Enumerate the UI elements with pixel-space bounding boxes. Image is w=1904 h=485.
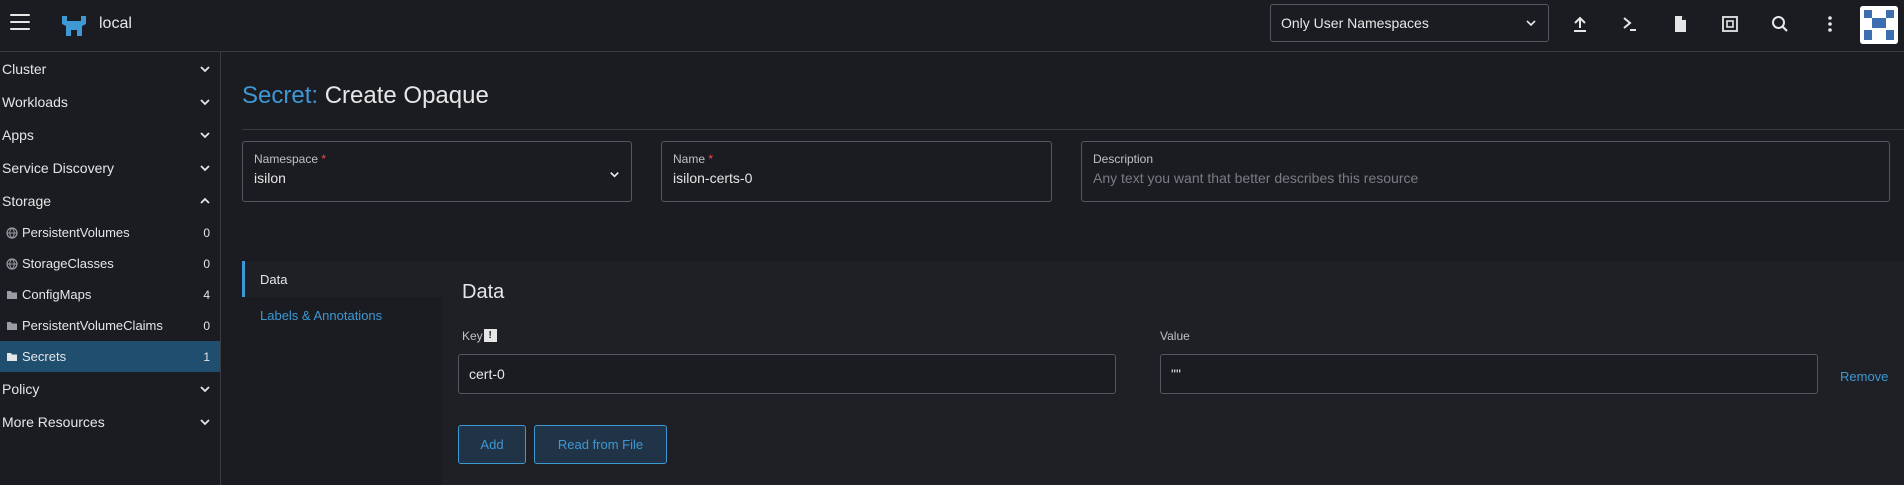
sidebar-item-label: PersistentVolumes (22, 225, 130, 240)
count-badge: 1 (203, 349, 210, 364)
folder-icon (7, 352, 17, 361)
nav-group-policy[interactable]: Policy (0, 372, 220, 405)
search-icon[interactable] (1760, 4, 1800, 44)
rancher-logo-icon (62, 16, 86, 36)
cluster-name[interactable]: local (99, 15, 132, 33)
read-from-file-button[interactable]: Read from File (534, 425, 667, 464)
sidebar-item-persistentvolumes[interactable]: PersistentVolumes 0 (0, 217, 220, 248)
name-field[interactable]: Name * isilon-certs-0 (661, 141, 1052, 202)
description-placeholder: Any text you want that better describes … (1093, 170, 1419, 186)
nav-group-label: Storage (2, 192, 52, 209)
remove-button[interactable]: Remove (1840, 369, 1888, 384)
namespace-filter-label: Only User Namespaces (1281, 15, 1429, 31)
count-badge: 4 (203, 287, 210, 302)
add-button[interactable]: Add (458, 425, 526, 464)
chevron-down-icon (200, 385, 210, 392)
count-badge: 0 (203, 256, 210, 271)
nav-group-service-discovery[interactable]: Service Discovery (0, 151, 220, 184)
key-label: Key! (462, 329, 497, 343)
chevron-down-icon (610, 172, 619, 178)
sidebar-item-label: PersistentVolumeClaims (22, 318, 163, 333)
page-title: Secret: Create Opaque (242, 82, 489, 110)
namespace-value: isilon (254, 170, 286, 186)
sidebar-item-label: StorageClasses (22, 256, 114, 271)
nav-group-apps[interactable]: Apps (0, 118, 220, 151)
value-label: Value (1160, 329, 1190, 343)
namespace-label: Namespace * (254, 152, 327, 166)
nav-group-label: Cluster (2, 60, 47, 77)
name-value: isilon-certs-0 (673, 170, 753, 186)
sidebar-item-secrets[interactable]: Secrets 1 (0, 341, 220, 372)
value-input[interactable]: "" (1160, 354, 1818, 394)
chevron-down-icon (200, 418, 210, 425)
top-icon-bar (1560, 4, 1860, 44)
nav-group-storage[interactable]: Storage (0, 184, 220, 217)
divider (242, 129, 1904, 130)
chevron-down-icon (1526, 20, 1536, 27)
tab-list: Data Labels & Annotations (242, 261, 442, 485)
data-tab-content: Data Key! Value cert-0 "" Remove Add Rea… (442, 261, 1904, 485)
tab-data[interactable]: Data (242, 261, 442, 297)
avatar[interactable] (1860, 6, 1898, 44)
top-bar: local Only User Namespaces (0, 0, 1904, 52)
more-icon[interactable] (1810, 4, 1850, 44)
nav-group-more-resources[interactable]: More Resources (0, 405, 220, 438)
page-title-prefix[interactable]: Secret: (242, 82, 318, 109)
chevron-down-icon (200, 65, 210, 72)
nav-group-label: More Resources (2, 413, 105, 430)
page-title-text: Create Opaque (324, 82, 489, 109)
terminal-icon[interactable] (1610, 4, 1650, 44)
sidebar-item-label: Secrets (22, 349, 67, 364)
namespace-filter-select[interactable]: Only User Namespaces (1270, 4, 1549, 42)
count-badge: 0 (203, 225, 210, 240)
nav-group-cluster[interactable]: Cluster (0, 52, 220, 85)
menu-icon[interactable] (10, 14, 30, 32)
nav-group-label: Apps (2, 126, 34, 143)
description-field[interactable]: Description Any text you want that bette… (1081, 141, 1890, 202)
folder-icon (7, 321, 17, 330)
chevron-up-icon (200, 197, 210, 204)
sidebar: Cluster Workloads Apps Service Discovery… (0, 52, 221, 485)
main-content: Secret: Create Opaque Namespace * isilon… (222, 52, 1904, 485)
sidebar-item-label: ConfigMaps (22, 287, 92, 302)
globe-icon (6, 226, 18, 239)
upload-icon[interactable] (1560, 4, 1600, 44)
chevron-down-icon (200, 131, 210, 138)
chevron-down-icon (200, 98, 210, 105)
name-label: Name * (673, 152, 714, 166)
nav-group-label: Policy (2, 380, 40, 397)
file-icon[interactable] (1660, 4, 1700, 44)
sidebar-item-storageclasses[interactable]: StorageClasses 0 (0, 248, 220, 279)
chevron-down-icon (200, 164, 210, 171)
folder-icon (7, 290, 17, 299)
nav-group-label: Workloads (2, 93, 68, 110)
info-icon[interactable]: ! (483, 329, 497, 342)
key-input[interactable]: cert-0 (458, 354, 1116, 394)
namespace-select[interactable]: Namespace * isilon (242, 141, 632, 202)
section-title: Data (462, 281, 505, 303)
description-label: Description (1093, 152, 1154, 166)
nav-group-label: Service Discovery (2, 159, 115, 176)
copy-icon[interactable] (1710, 4, 1750, 44)
nav-group-workloads[interactable]: Workloads (0, 85, 220, 118)
tabs-panel: Data Labels & Annotations Data Key! Valu… (242, 261, 1904, 485)
sidebar-item-persistentvolumeclaims[interactable]: PersistentVolumeClaims 0 (0, 310, 220, 341)
tab-labels-annotations[interactable]: Labels & Annotations (242, 297, 442, 333)
count-badge: 0 (203, 318, 210, 333)
globe-icon (6, 257, 18, 270)
sidebar-item-configmaps[interactable]: ConfigMaps 4 (0, 279, 220, 310)
